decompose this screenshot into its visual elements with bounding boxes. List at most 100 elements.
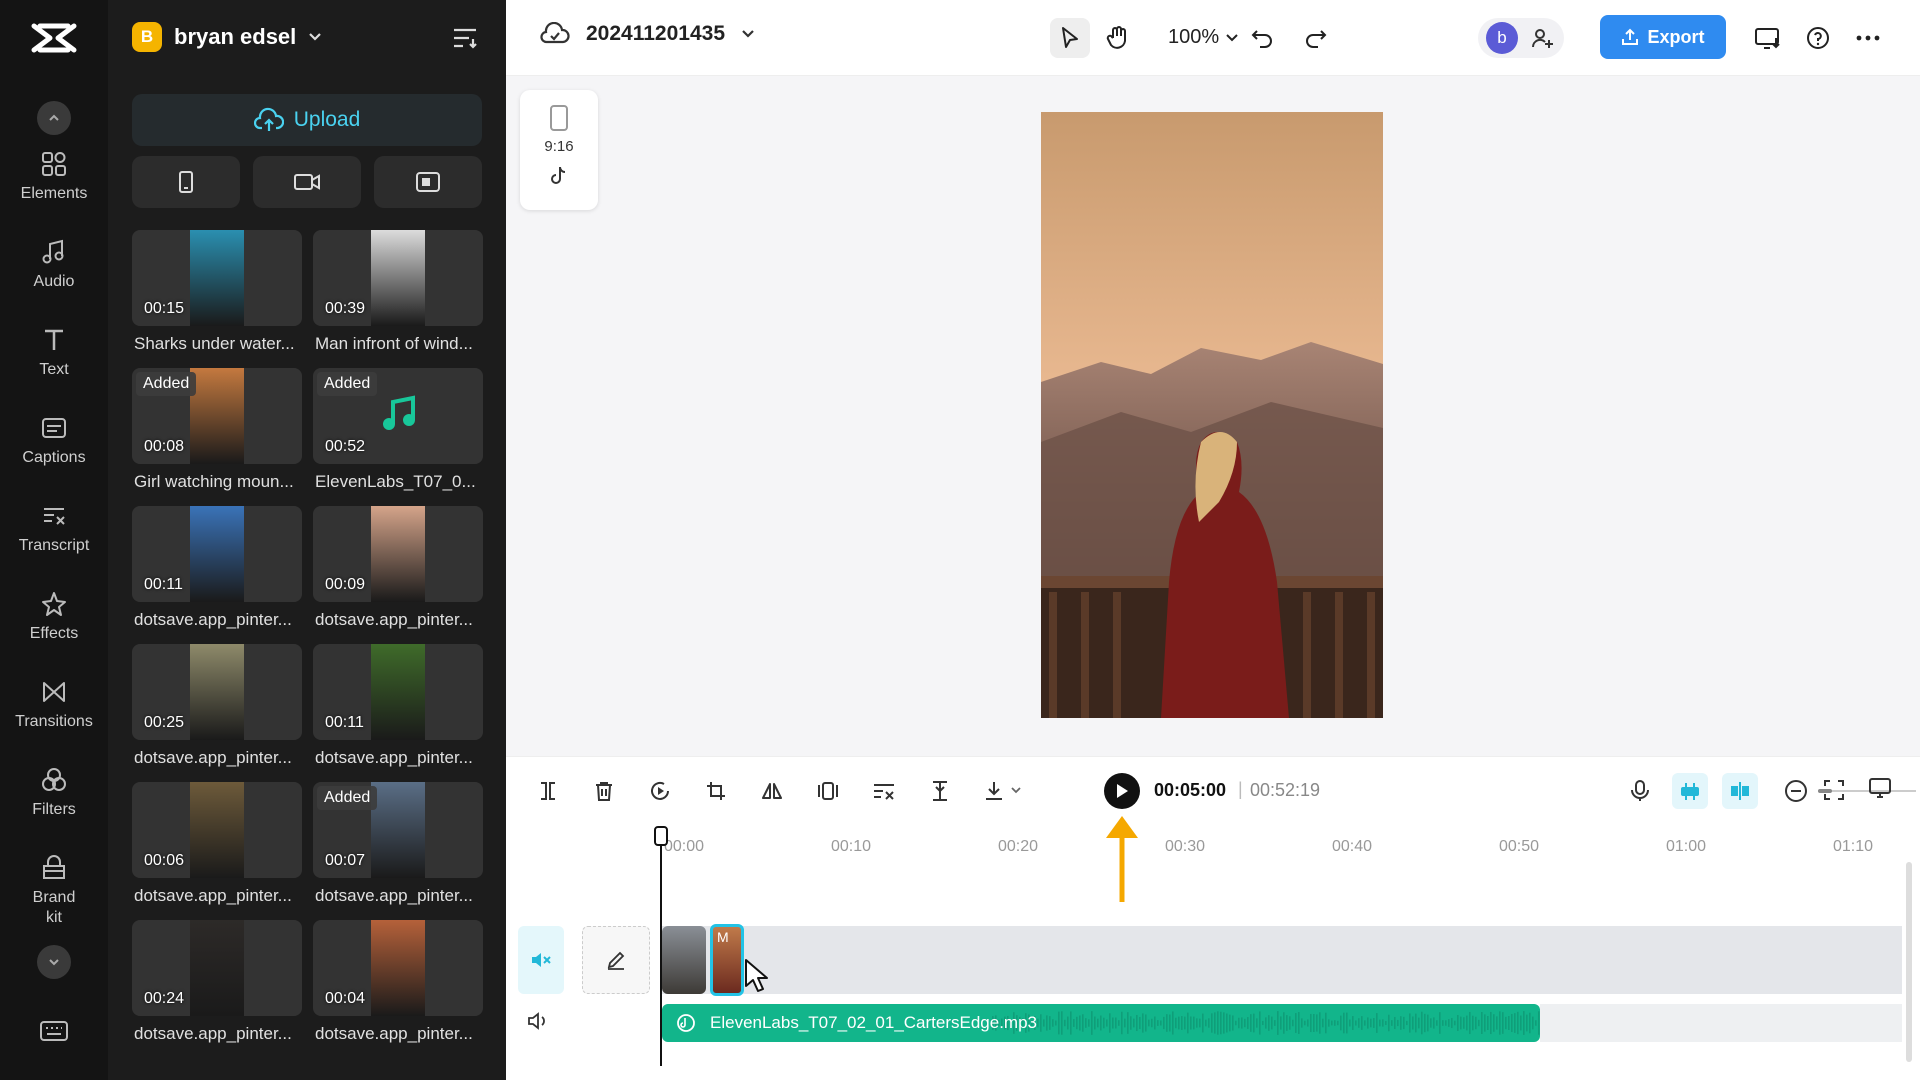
- capcut-logo[interactable]: [30, 18, 78, 58]
- media-thumbnail[interactable]: 00:39: [313, 230, 483, 326]
- speaker-icon[interactable]: [526, 1010, 550, 1032]
- remove-background-button[interactable]: [868, 775, 900, 807]
- sort-menu-icon[interactable]: [452, 27, 478, 49]
- mute-track-button[interactable]: [518, 926, 564, 994]
- main-track-magnet-button[interactable]: [1672, 773, 1708, 809]
- media-thumbnail[interactable]: 00:11: [313, 644, 483, 740]
- edit-cover-button[interactable]: [582, 926, 650, 994]
- split-button[interactable]: [532, 775, 564, 807]
- speed-button[interactable]: [644, 775, 676, 807]
- current-time: 00:05:00: [1154, 780, 1227, 800]
- timeline-scrollbar[interactable]: [1906, 862, 1912, 1062]
- media-duration: 00:52: [325, 438, 366, 455]
- media-duration: 00:39: [325, 300, 366, 317]
- media-tile[interactable]: 00:39 Man infront of wind...: [313, 230, 483, 354]
- project-title-dropdown[interactable]: 202411201435: [540, 22, 755, 46]
- media-name: dotsave.app_pinter...: [134, 1024, 292, 1043]
- media-tile[interactable]: Added 00:08 Girl watching moun...: [132, 368, 302, 492]
- media-panel: B bryan edsel Upload 00:15 Sharks under w…: [108, 0, 506, 1080]
- video-clip-selected[interactable]: M: [710, 924, 744, 996]
- playhead-handle[interactable]: [654, 826, 668, 846]
- rail-scroll-up-button[interactable]: [37, 101, 71, 135]
- phone-import-button[interactable]: [132, 156, 240, 208]
- upload-button[interactable]: Upload: [132, 94, 482, 146]
- record-video-button[interactable]: [253, 156, 361, 208]
- media-thumbnail[interactable]: Added 00:52: [313, 368, 483, 464]
- top-bar: 202411201435 100% b Export: [506, 0, 1920, 76]
- media-tile[interactable]: 00:15 Sharks under water...: [132, 230, 302, 354]
- media-thumbnail[interactable]: 00:11: [132, 506, 302, 602]
- playhead[interactable]: [660, 826, 662, 1066]
- media-duration: 00:24: [144, 990, 185, 1007]
- media-thumbnail[interactable]: 00:24: [132, 920, 302, 1016]
- play-button[interactable]: [1104, 773, 1140, 809]
- text-icon: [45, 329, 63, 350]
- media-tile[interactable]: 00:24 dotsave.app_pinter...: [132, 920, 302, 1044]
- trim-button[interactable]: [924, 775, 956, 807]
- flip-button[interactable]: [756, 775, 788, 807]
- more-options-button[interactable]: [1848, 18, 1888, 58]
- zoom-out-button[interactable]: [1780, 775, 1812, 807]
- transitions-icon: [43, 682, 65, 702]
- media-tile[interactable]: Added 00:52 ElevenLabs_T07_0...: [313, 368, 483, 492]
- rail-scroll-down-button[interactable]: [37, 945, 71, 979]
- rail-item-audio[interactable]: Audio: [0, 238, 108, 292]
- remove-bg-icon: [874, 784, 894, 800]
- account-switcher[interactable]: B bryan edsel: [132, 22, 322, 52]
- rail-item-transcript[interactable]: Transcript: [0, 502, 108, 556]
- help-button[interactable]: [1798, 18, 1838, 58]
- split-icon: [541, 782, 555, 800]
- zoom-out-icon: [1785, 780, 1807, 802]
- media-thumbnail[interactable]: 00:04: [313, 920, 483, 1016]
- freeze-button[interactable]: [812, 775, 844, 807]
- snap-button[interactable]: [1722, 773, 1758, 809]
- video-preview[interactable]: [1041, 112, 1383, 718]
- media-tile[interactable]: 00:25 dotsave.app_pinter...: [132, 644, 302, 768]
- media-tile[interactable]: 00:09 dotsave.app_pinter...: [313, 506, 483, 630]
- media-thumbnail[interactable]: Added 00:07: [313, 782, 483, 878]
- export-button[interactable]: Export: [1600, 15, 1726, 59]
- rail-item-text[interactable]: Text: [0, 326, 108, 380]
- rail-item-filters[interactable]: Filters: [0, 766, 108, 820]
- media-tile[interactable]: 00:11 dotsave.app_pinter...: [132, 506, 302, 630]
- media-tile[interactable]: 00:04 dotsave.app_pinter...: [313, 920, 483, 1044]
- zoom-dropdown[interactable]: 100%: [1168, 26, 1239, 49]
- media-duration: 00:09: [325, 576, 366, 593]
- redo-button[interactable]: [1296, 18, 1336, 58]
- video-clip[interactable]: [662, 926, 706, 994]
- media-tile[interactable]: 00:11 dotsave.app_pinter...: [313, 644, 483, 768]
- record-voiceover-button[interactable]: [1624, 775, 1656, 807]
- audio-clip[interactable]: ElevenLabs_T07_02_01_CartersEdge.mp3: [662, 1004, 1540, 1042]
- present-button[interactable]: [1748, 18, 1788, 58]
- media-thumbnail[interactable]: 00:06: [132, 782, 302, 878]
- aspect-ratio-label: 9:16: [544, 138, 574, 155]
- add-collaborator-icon[interactable]: [1530, 26, 1554, 50]
- media-tile[interactable]: Added 00:07 dotsave.app_pinter...: [313, 782, 483, 906]
- rail-item-brand-kit[interactable]: Brand kit: [0, 854, 108, 928]
- audio-track-empty[interactable]: [1540, 1004, 1902, 1042]
- screen-record-button[interactable]: [374, 156, 482, 208]
- hand-tool-button[interactable]: [1098, 18, 1138, 58]
- rail-item-captions[interactable]: Captions: [0, 414, 108, 468]
- media-name: dotsave.app_pinter...: [134, 886, 292, 905]
- crop-button[interactable]: [700, 775, 732, 807]
- rail-item-transitions[interactable]: Transitions: [0, 678, 108, 732]
- user-avatar[interactable]: b: [1486, 22, 1518, 54]
- media-name: dotsave.app_pinter...: [315, 1024, 473, 1043]
- timeline-view-button[interactable]: [1864, 772, 1896, 804]
- fit-timeline-button[interactable]: [1818, 774, 1850, 806]
- aspect-ratio-button[interactable]: 9:16: [520, 90, 598, 210]
- media-thumbnail[interactable]: 00:09: [313, 506, 483, 602]
- download-dropdown[interactable]: [980, 775, 1028, 807]
- media-thumbnail[interactable]: 00:25: [132, 644, 302, 740]
- delete-button[interactable]: [588, 775, 620, 807]
- rail-item-elements[interactable]: Elements: [0, 150, 108, 204]
- video-track[interactable]: [662, 926, 1902, 994]
- media-thumbnail[interactable]: 00:15: [132, 230, 302, 326]
- select-tool-button[interactable]: [1050, 18, 1090, 58]
- media-thumbnail[interactable]: Added 00:08: [132, 368, 302, 464]
- undo-button[interactable]: [1242, 18, 1282, 58]
- rail-item-effects[interactable]: Effects: [0, 590, 108, 644]
- media-tile[interactable]: 00:06 dotsave.app_pinter...: [132, 782, 302, 906]
- keyboard-shortcuts-icon[interactable]: [40, 1021, 68, 1041]
